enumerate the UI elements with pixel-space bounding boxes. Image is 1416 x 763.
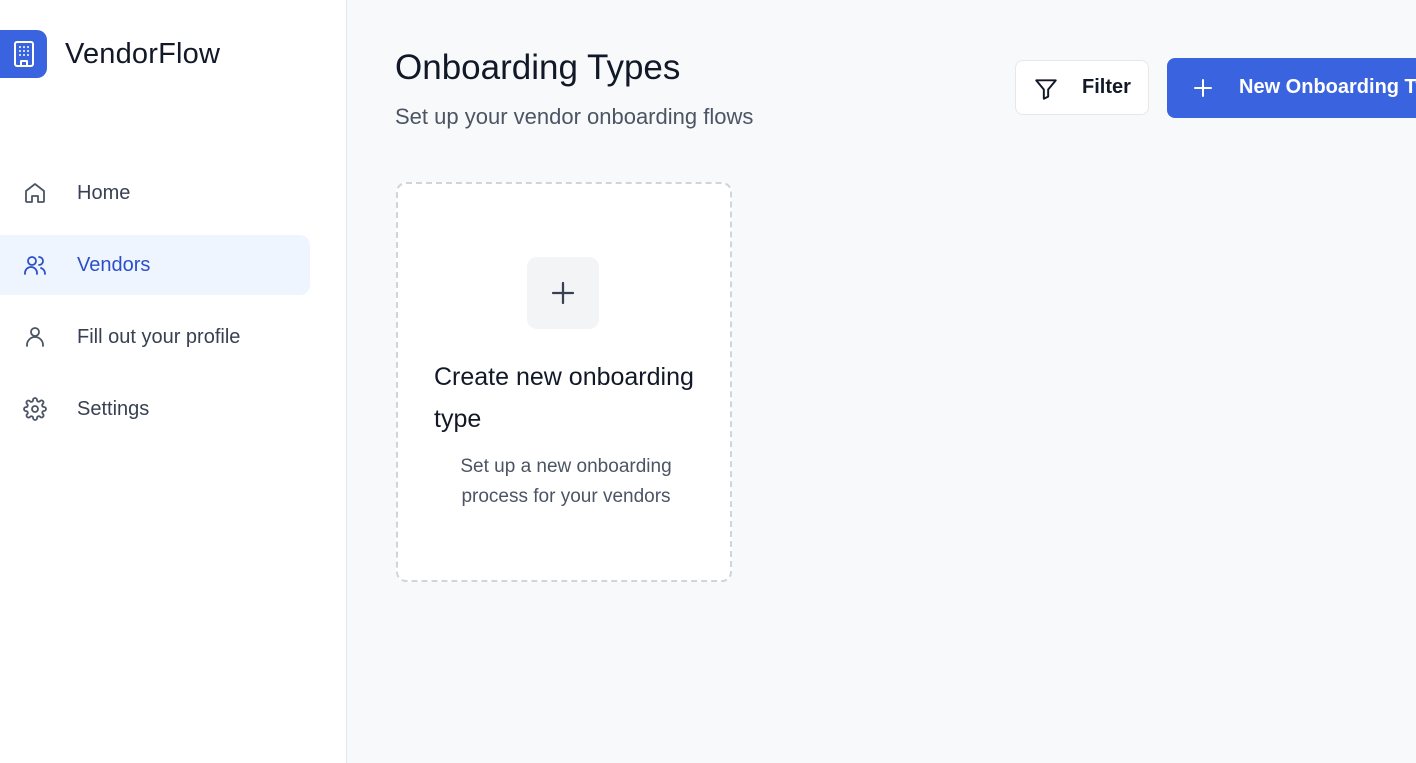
page-subtitle: Set up your vendor onboarding flows xyxy=(395,104,754,129)
sidebar-item-label: Vendors xyxy=(77,253,151,276)
gear-icon xyxy=(23,397,47,421)
card-title: Create new onboarding type xyxy=(434,363,694,433)
filter-icon xyxy=(1033,76,1059,102)
plus-icon xyxy=(1191,76,1215,100)
plus-icon xyxy=(527,257,599,329)
user-icon xyxy=(23,325,47,349)
sidebar-item-home[interactable]: Home xyxy=(0,163,310,223)
app-name: VendorFlow xyxy=(65,37,221,70)
users-icon xyxy=(23,253,47,277)
filter-button-label: Filter xyxy=(1082,76,1131,98)
sidebar-item-vendors[interactable]: Vendors xyxy=(0,235,310,295)
filter-button[interactable]: Filter xyxy=(1015,60,1149,115)
sidebar-item-label: Fill out your profile xyxy=(77,325,241,348)
card-description: Set up a new onboarding process for your… xyxy=(460,456,672,507)
sidebar-item-profile[interactable]: Fill out your profile xyxy=(0,307,310,367)
sidebar-item-label: Home xyxy=(77,181,131,204)
building-icon xyxy=(0,30,47,78)
page-title: Onboarding Types xyxy=(395,48,681,87)
main-content: Onboarding Types Set up your vendor onbo… xyxy=(347,0,1416,763)
sidebar-item-settings[interactable]: Settings xyxy=(0,379,310,439)
app-root: VendorFlow Home Vendors Fill out your pr… xyxy=(0,0,1416,763)
brand[interactable]: VendorFlow xyxy=(0,30,220,78)
sidebar-nav: Home Vendors Fill out your profile Setti… xyxy=(0,163,310,451)
sidebar: VendorFlow Home Vendors Fill out your pr… xyxy=(0,0,347,763)
create-onboarding-card[interactable]: Create new onboarding type Set up a new … xyxy=(396,182,732,582)
new-onboarding-type-button[interactable]: New Onboarding Type xyxy=(1167,58,1416,118)
home-icon xyxy=(23,181,47,205)
new-button-label: New Onboarding Type xyxy=(1239,76,1416,98)
sidebar-item-label: Settings xyxy=(77,397,150,420)
